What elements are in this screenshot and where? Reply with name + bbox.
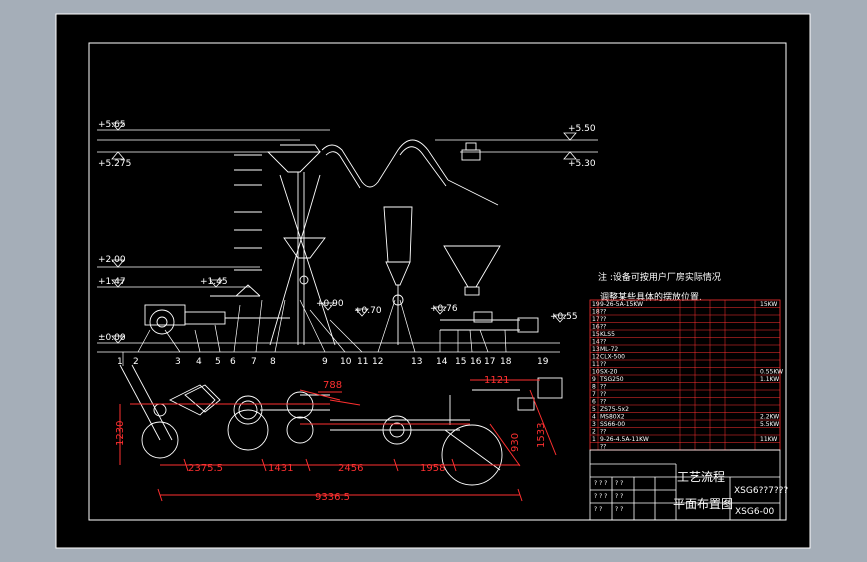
drawing-code-2: XSG6-00 [735,507,775,517]
svg-text:? ?: ? ? [615,506,623,513]
svg-text:? ?: ? ? [615,480,623,487]
bom-cell-remark: 15KW [760,301,777,308]
svg-text:? ?: ? ? [594,506,602,513]
bom-cell-remark: 1.1KW [760,376,779,383]
bom-cell-no: 2 [592,429,596,436]
bom-cell-no: 3 [592,421,596,428]
elev-070: +0.70 [354,306,382,316]
item-number: 14 [436,357,448,367]
item-number: 11 [357,357,368,367]
item-number: 4 [196,357,202,367]
svg-text:? ? ?: ? ? ? [594,480,607,487]
bom-cell-name: ?? [600,444,606,451]
bom-cell-name: ?? [600,339,606,346]
bom-cell-name: ?? [600,429,606,436]
bom-cell-no: 9 [592,376,596,383]
svg-text:? ? ?: ? ? ? [594,493,607,500]
bom-cell-name: ?? [600,391,606,398]
elev-000: ±0.00 [98,333,126,343]
bom-cell-no: 18 [592,309,600,316]
bom-cell-no: 12 [592,354,600,361]
item-number: 5 [215,357,221,367]
bom-cell-no: 19 [592,301,600,308]
bom-cell-no: 17 [592,316,600,323]
bom-cell-name: MS80X2 [600,414,625,421]
bom-cell-no: 8 [592,384,596,391]
bom-cell-no: 11 [592,361,600,368]
bom-cell-no: 15 [592,331,600,338]
drawing-code-1: XSG6??7??? [734,486,788,496]
dim-930: 930 [510,433,521,452]
bom-cell-no: 6 [592,399,596,406]
dim-2456: 2456 [338,463,363,474]
title-1: 工艺流程 [677,469,725,484]
svg-text:? ?: ? ? [615,493,623,500]
item-number: 6 [230,357,236,367]
dim-1958: 1958 [420,463,445,474]
elev-055: +0.55 [550,312,578,322]
dim-788: 788 [323,380,342,391]
bom-cell-name: ?? [600,324,606,331]
bom-cell-no: 7 [592,391,596,398]
bom-cell-name: ?? [600,361,606,368]
item-number: 16 [470,357,482,367]
bom-cell-name: SS66-00 [600,421,625,428]
dim-1230: 1230 [115,421,126,446]
elev-5275: +5.275 [98,159,131,169]
dim-1431: 1431 [268,463,293,474]
bom-cell-remark: 0.55KW [760,369,783,376]
elev-076: +0.76 [430,304,458,314]
elev-147: +1.47 [98,277,126,287]
bom-cell-name: TSG250 [599,376,624,383]
bom-cell-remark: 2.2KW [760,414,779,421]
bom-cell-name: SX-20 [600,369,618,376]
dim-1533: 1533 [536,423,547,448]
bom-cell-name: ?? [600,399,606,406]
bom-cell-name: 9-26-4.5A-11KW [600,436,649,443]
bom-cell-name: CLX-500 [600,354,625,361]
bom-cell-name: ?? [600,316,606,323]
title-2: 平面布置图 [673,497,733,511]
bom-cell-name: KLS5 [600,331,615,338]
bom-cell-no: 4 [592,414,596,421]
item-number: 19 [537,357,549,367]
elev-200: +2.00 [98,255,126,265]
item-number: 17 [484,357,495,367]
bom-cell-remark: 5.5KW [760,421,779,428]
bom-cell-name: ML-72 [600,346,618,353]
item-number: 7 [251,357,257,367]
bom-cell-no: 5 [592,406,596,413]
bom-cell-remark: 11KW [760,436,777,443]
cad-drawing: +5.65 +5.275 +5.50 +5.30 +2.00 +1.47 +1.… [55,13,811,549]
item-number: 12 [372,357,383,367]
bom-cell-no: 16 [592,324,600,331]
item-number: 8 [270,357,276,367]
note-line-1: 注 :设备可按用户厂房实际情况 [598,271,721,283]
item-number: 15 [455,357,466,367]
bom-cell-no: 10 [592,369,600,376]
elev-550: +5.50 [568,124,596,134]
item-number: 10 [340,357,352,367]
bom-cell-no: 14 [592,339,600,346]
bom-cell-name: 9-26-5A-15KW [600,301,643,308]
dim-2375: 2375.5 [188,463,223,474]
item-number: 18 [500,357,512,367]
dim-1121: 1121 [484,375,509,386]
bom-cell-no: 1 [592,436,596,443]
item-number: 3 [175,357,181,367]
elev-145: +1.45 [200,277,228,287]
bom-cell-name: ?? [600,384,606,391]
item-number: 2 [133,357,139,367]
bom-cell-no: 13 [592,346,600,353]
dim-9336: 9336.5 [315,492,350,503]
elev-530: +5.30 [568,159,596,169]
bom-cell-name: ?? [600,309,606,316]
item-number: 13 [411,357,422,367]
bom-cell-name: ZS75-5x2 [600,406,629,413]
item-number: 9 [322,357,328,367]
elev-565: +5.65 [98,120,126,130]
